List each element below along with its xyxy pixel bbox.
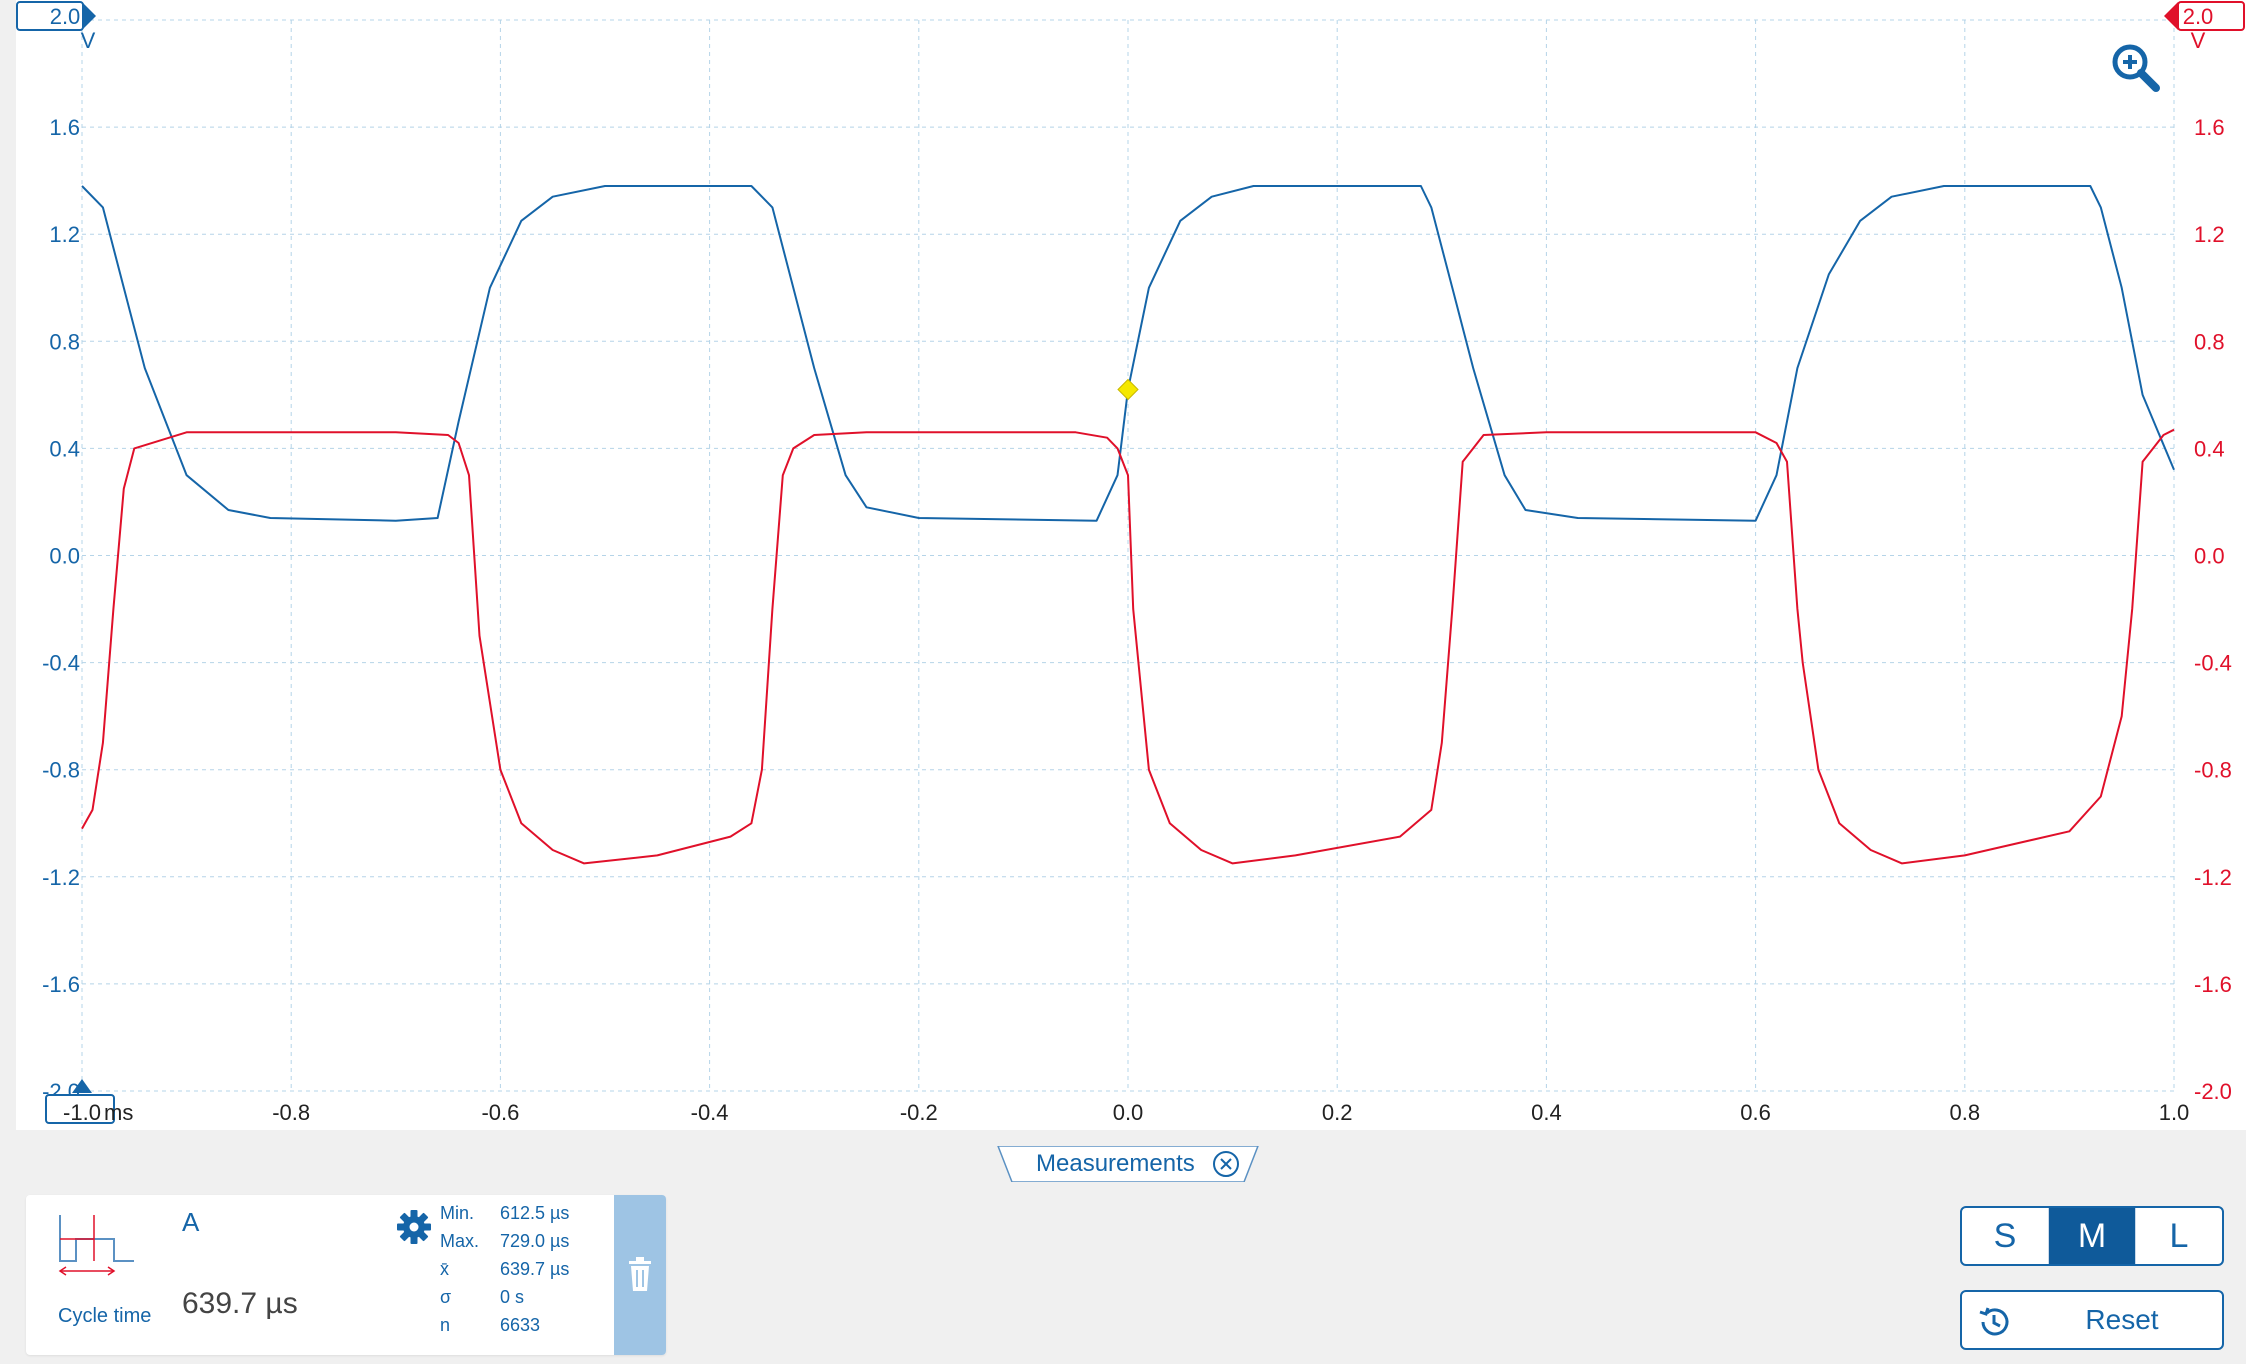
x-tick-label: 1.0 (2159, 1100, 2190, 1125)
y-right-tick-label: -0.4 (2194, 651, 2232, 676)
right-scale-value: 2.0 (2183, 4, 2214, 29)
stat-stddev-label: σ (440, 1287, 452, 1307)
y-left-tick-label: -1.2 (42, 865, 80, 890)
right-scale-arrow (2164, 2, 2178, 30)
x-tick-label: 0.0 (1113, 1100, 1144, 1125)
size-small-button[interactable]: S (1962, 1208, 2049, 1264)
delete-measurement-button[interactable] (614, 1195, 666, 1355)
y-left-tick-label: 1.6 (49, 115, 80, 140)
history-icon (1976, 1304, 2012, 1340)
y-right-tick-label: 1.6 (2194, 115, 2225, 140)
reset-button-label: Reset (2085, 1304, 2159, 1335)
cycle-time-waveform-icon (44, 1205, 178, 1281)
stat-mean-label: x̄ (440, 1259, 449, 1279)
size-medium-button[interactable]: M (2049, 1208, 2136, 1264)
trigger-marker[interactable] (1117, 378, 1139, 401)
stat-mean-value: 639.7 µs (500, 1259, 570, 1279)
x-scale-value: -1.0 (63, 1100, 101, 1125)
gear-icon[interactable] (396, 1209, 432, 1245)
x-tick-label: -0.6 (481, 1100, 519, 1125)
x-tick-label: 0.4 (1531, 1100, 1562, 1125)
measurement-card[interactable]: A Cycle time 639.7 µs Min. 612.5 µs Max.… (26, 1195, 666, 1355)
size-large-button[interactable]: L (2136, 1208, 2222, 1264)
y-left-tick-label: -1.6 (42, 972, 80, 997)
y-left-tick-label: 0.0 (49, 544, 80, 569)
measurement-type-label: Cycle time (58, 1305, 152, 1327)
x-unit-label: ms (104, 1100, 133, 1125)
channel-label: A (182, 1207, 200, 1237)
y-right-tick-label: -1.6 (2194, 972, 2232, 997)
right-unit-label: V (2191, 28, 2206, 53)
stat-max-value: 729.0 µs (500, 1231, 570, 1251)
y-left-tick-label: 1.2 (49, 222, 80, 247)
stat-count-value: 6633 (500, 1315, 541, 1335)
stat-max-label: Max. (440, 1231, 480, 1251)
y-right-tick-label: -0.8 (2194, 758, 2232, 783)
measurements-tab-label: Measurements (1036, 1150, 1195, 1177)
y-right-tick-label: 0.0 (2194, 544, 2225, 569)
y-right-tick-label: -1.2 (2194, 865, 2232, 890)
x-tick-label: 0.2 (1322, 1100, 1353, 1125)
stat-stddev-value: 0 s (500, 1287, 525, 1307)
stat-min-label: Min. (440, 1203, 475, 1223)
zoom-in-icon[interactable] (2108, 40, 2164, 96)
stat-min-value: 612.5 µs (500, 1203, 570, 1223)
left-scale-arrow (82, 2, 96, 30)
stat-count-label: n (440, 1315, 451, 1335)
y-right-tick-label: 1.2 (2194, 222, 2225, 247)
trash-icon (629, 1257, 651, 1291)
size-selector[interactable]: S M L (1960, 1206, 2224, 1266)
close-circle-icon[interactable] (1212, 1150, 1240, 1178)
x-tick-label: 0.6 (1740, 1100, 1771, 1125)
y-right-tick-label: 0.4 (2194, 436, 2225, 461)
y-left-tick-label: -0.8 (42, 758, 80, 783)
x-tick-label: -0.4 (691, 1100, 729, 1125)
measurement-value: 639.7 µs (182, 1287, 298, 1320)
x-tick-label: -0.2 (900, 1100, 938, 1125)
measurements-tab[interactable]: Measurements (996, 1146, 1260, 1182)
left-unit-label: V (81, 28, 96, 53)
waveform-plot[interactable]: -0.8 -0.6 -0.4 -0.2 0.0 0.2 0.4 0.6 0.8 1.0 1.6 1.2… (16, 0, 2246, 1130)
scope-display[interactable]: -0.8 -0.6 -0.4 -0.2 0.0 0.2 0.4 0.6 0.8 1.0 1.6 1.2… (16, 0, 2246, 1130)
y-left-tick-label: -0.4 (42, 651, 80, 676)
y-left-tick-label: 0.4 (49, 436, 80, 461)
left-scale-value: 2.0 (50, 4, 81, 29)
x-tick-label: 0.8 (1950, 1100, 1981, 1125)
y-right-tick-label: 0.8 (2194, 329, 2225, 354)
reset-button[interactable]: Reset (1960, 1290, 2224, 1350)
x-tick-label: -0.8 (272, 1100, 310, 1125)
y-left-tick-label: 0.8 (49, 329, 80, 354)
y-right-tick-label: -2.0 (2194, 1079, 2232, 1104)
